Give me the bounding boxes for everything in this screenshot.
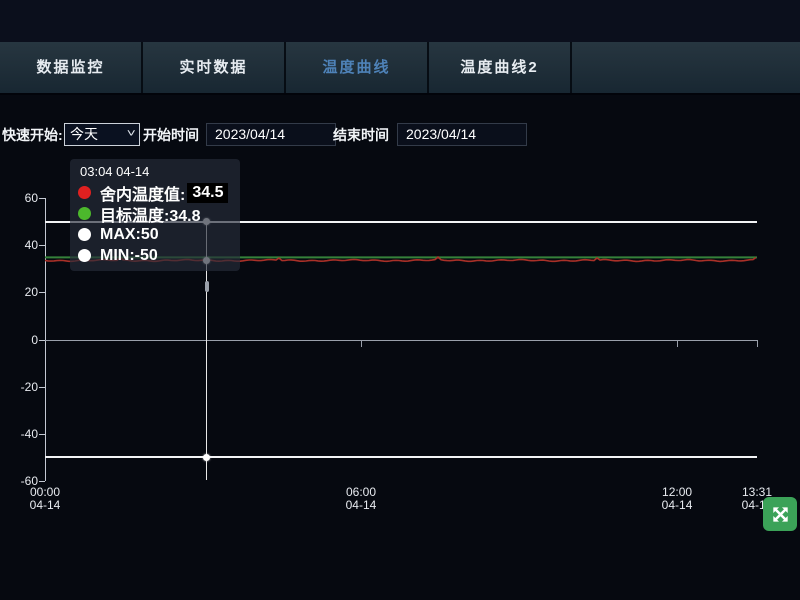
expand-arrows-icon [771, 505, 790, 524]
crosshair-handle [205, 281, 209, 292]
series-lines [0, 0, 800, 600]
expand-button[interactable] [763, 497, 797, 531]
app-root: 数据监控 实时数据 温度曲线 温度曲线2 快速开始: 今天 ˅ 开始时间 202… [0, 0, 800, 600]
temperature-chart[interactable]: 6040200-20-40-6000:0004-1406:0004-1412:0… [0, 0, 800, 600]
